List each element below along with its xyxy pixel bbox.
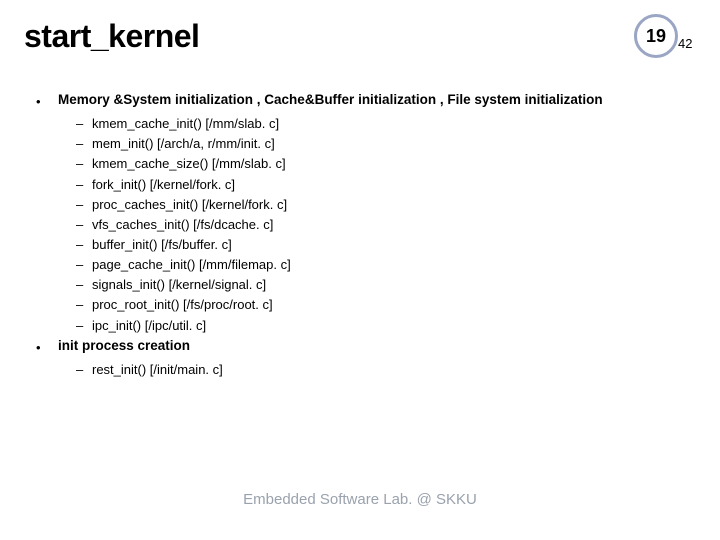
list-item: –fork_init() [/kernel/fork. c]	[36, 175, 696, 195]
dash-icon: –	[76, 255, 92, 275]
list-item: –mem_init() [/arch/a, r/mm/init. c]	[36, 134, 696, 154]
page-total: 42	[678, 36, 692, 51]
dash-icon: –	[76, 154, 92, 174]
list-item-text: kmem_cache_size() [/mm/slab. c]	[92, 154, 286, 174]
list-item: –kmem_cache_size() [/mm/slab. c]	[36, 154, 696, 174]
list-item: –ipc_init() [/ipc/util. c]	[36, 316, 696, 336]
dash-icon: –	[76, 235, 92, 255]
list-item-text: proc_caches_init() [/kernel/fork. c]	[92, 195, 287, 215]
slide: start_kernel 19 42 • Memory &System init…	[0, 0, 720, 540]
bullet-dot-icon: •	[36, 336, 58, 358]
section-heading: Memory &System initialization , Cache&Bu…	[58, 90, 696, 111]
list-item: –proc_root_init() [/fs/proc/root. c]	[36, 295, 696, 315]
list-item: • init process creation	[36, 336, 696, 358]
slide-title: start_kernel	[24, 18, 199, 55]
list-item-text: signals_init() [/kernel/signal. c]	[92, 275, 266, 295]
page-number-box: 19 42	[634, 14, 696, 62]
dash-icon: –	[76, 134, 92, 154]
list-item-text: vfs_caches_init() [/fs/dcache. c]	[92, 215, 273, 235]
dash-icon: –	[76, 275, 92, 295]
list-item: –page_cache_init() [/mm/filemap. c]	[36, 255, 696, 275]
dash-icon: –	[76, 295, 92, 315]
page-current: 19	[646, 26, 666, 47]
section-heading: init process creation	[58, 336, 696, 357]
dash-icon: –	[76, 175, 92, 195]
page-number-circle: 19	[634, 14, 678, 58]
list-item: –proc_caches_init() [/kernel/fork. c]	[36, 195, 696, 215]
slide-content: • Memory &System initialization , Cache&…	[24, 90, 696, 380]
dash-icon: –	[76, 215, 92, 235]
dash-icon: –	[76, 114, 92, 134]
dash-icon: –	[76, 316, 92, 336]
list-item-text: kmem_cache_init() [/mm/slab. c]	[92, 114, 279, 134]
list-item-text: ipc_init() [/ipc/util. c]	[92, 316, 206, 336]
list-item-text: fork_init() [/kernel/fork. c]	[92, 175, 235, 195]
slide-footer: Embedded Software Lab. @ SKKU	[0, 491, 720, 508]
list-item-text: buffer_init() [/fs/buffer. c]	[92, 235, 232, 255]
list-item: –kmem_cache_init() [/mm/slab. c]	[36, 114, 696, 134]
list-item: • Memory &System initialization , Cache&…	[36, 90, 696, 112]
slide-header: start_kernel 19 42	[24, 18, 696, 62]
dash-icon: –	[76, 195, 92, 215]
dash-icon: –	[76, 360, 92, 380]
list-item-text: mem_init() [/arch/a, r/mm/init. c]	[92, 134, 275, 154]
list-item: –buffer_init() [/fs/buffer. c]	[36, 235, 696, 255]
list-item-text: page_cache_init() [/mm/filemap. c]	[92, 255, 291, 275]
list-item-text: proc_root_init() [/fs/proc/root. c]	[92, 295, 273, 315]
list-item: –signals_init() [/kernel/signal. c]	[36, 275, 696, 295]
list-item: –vfs_caches_init() [/fs/dcache. c]	[36, 215, 696, 235]
list-item-text: rest_init() [/init/main. c]	[92, 360, 223, 380]
bullet-dot-icon: •	[36, 90, 58, 112]
list-item: –rest_init() [/init/main. c]	[36, 360, 696, 380]
